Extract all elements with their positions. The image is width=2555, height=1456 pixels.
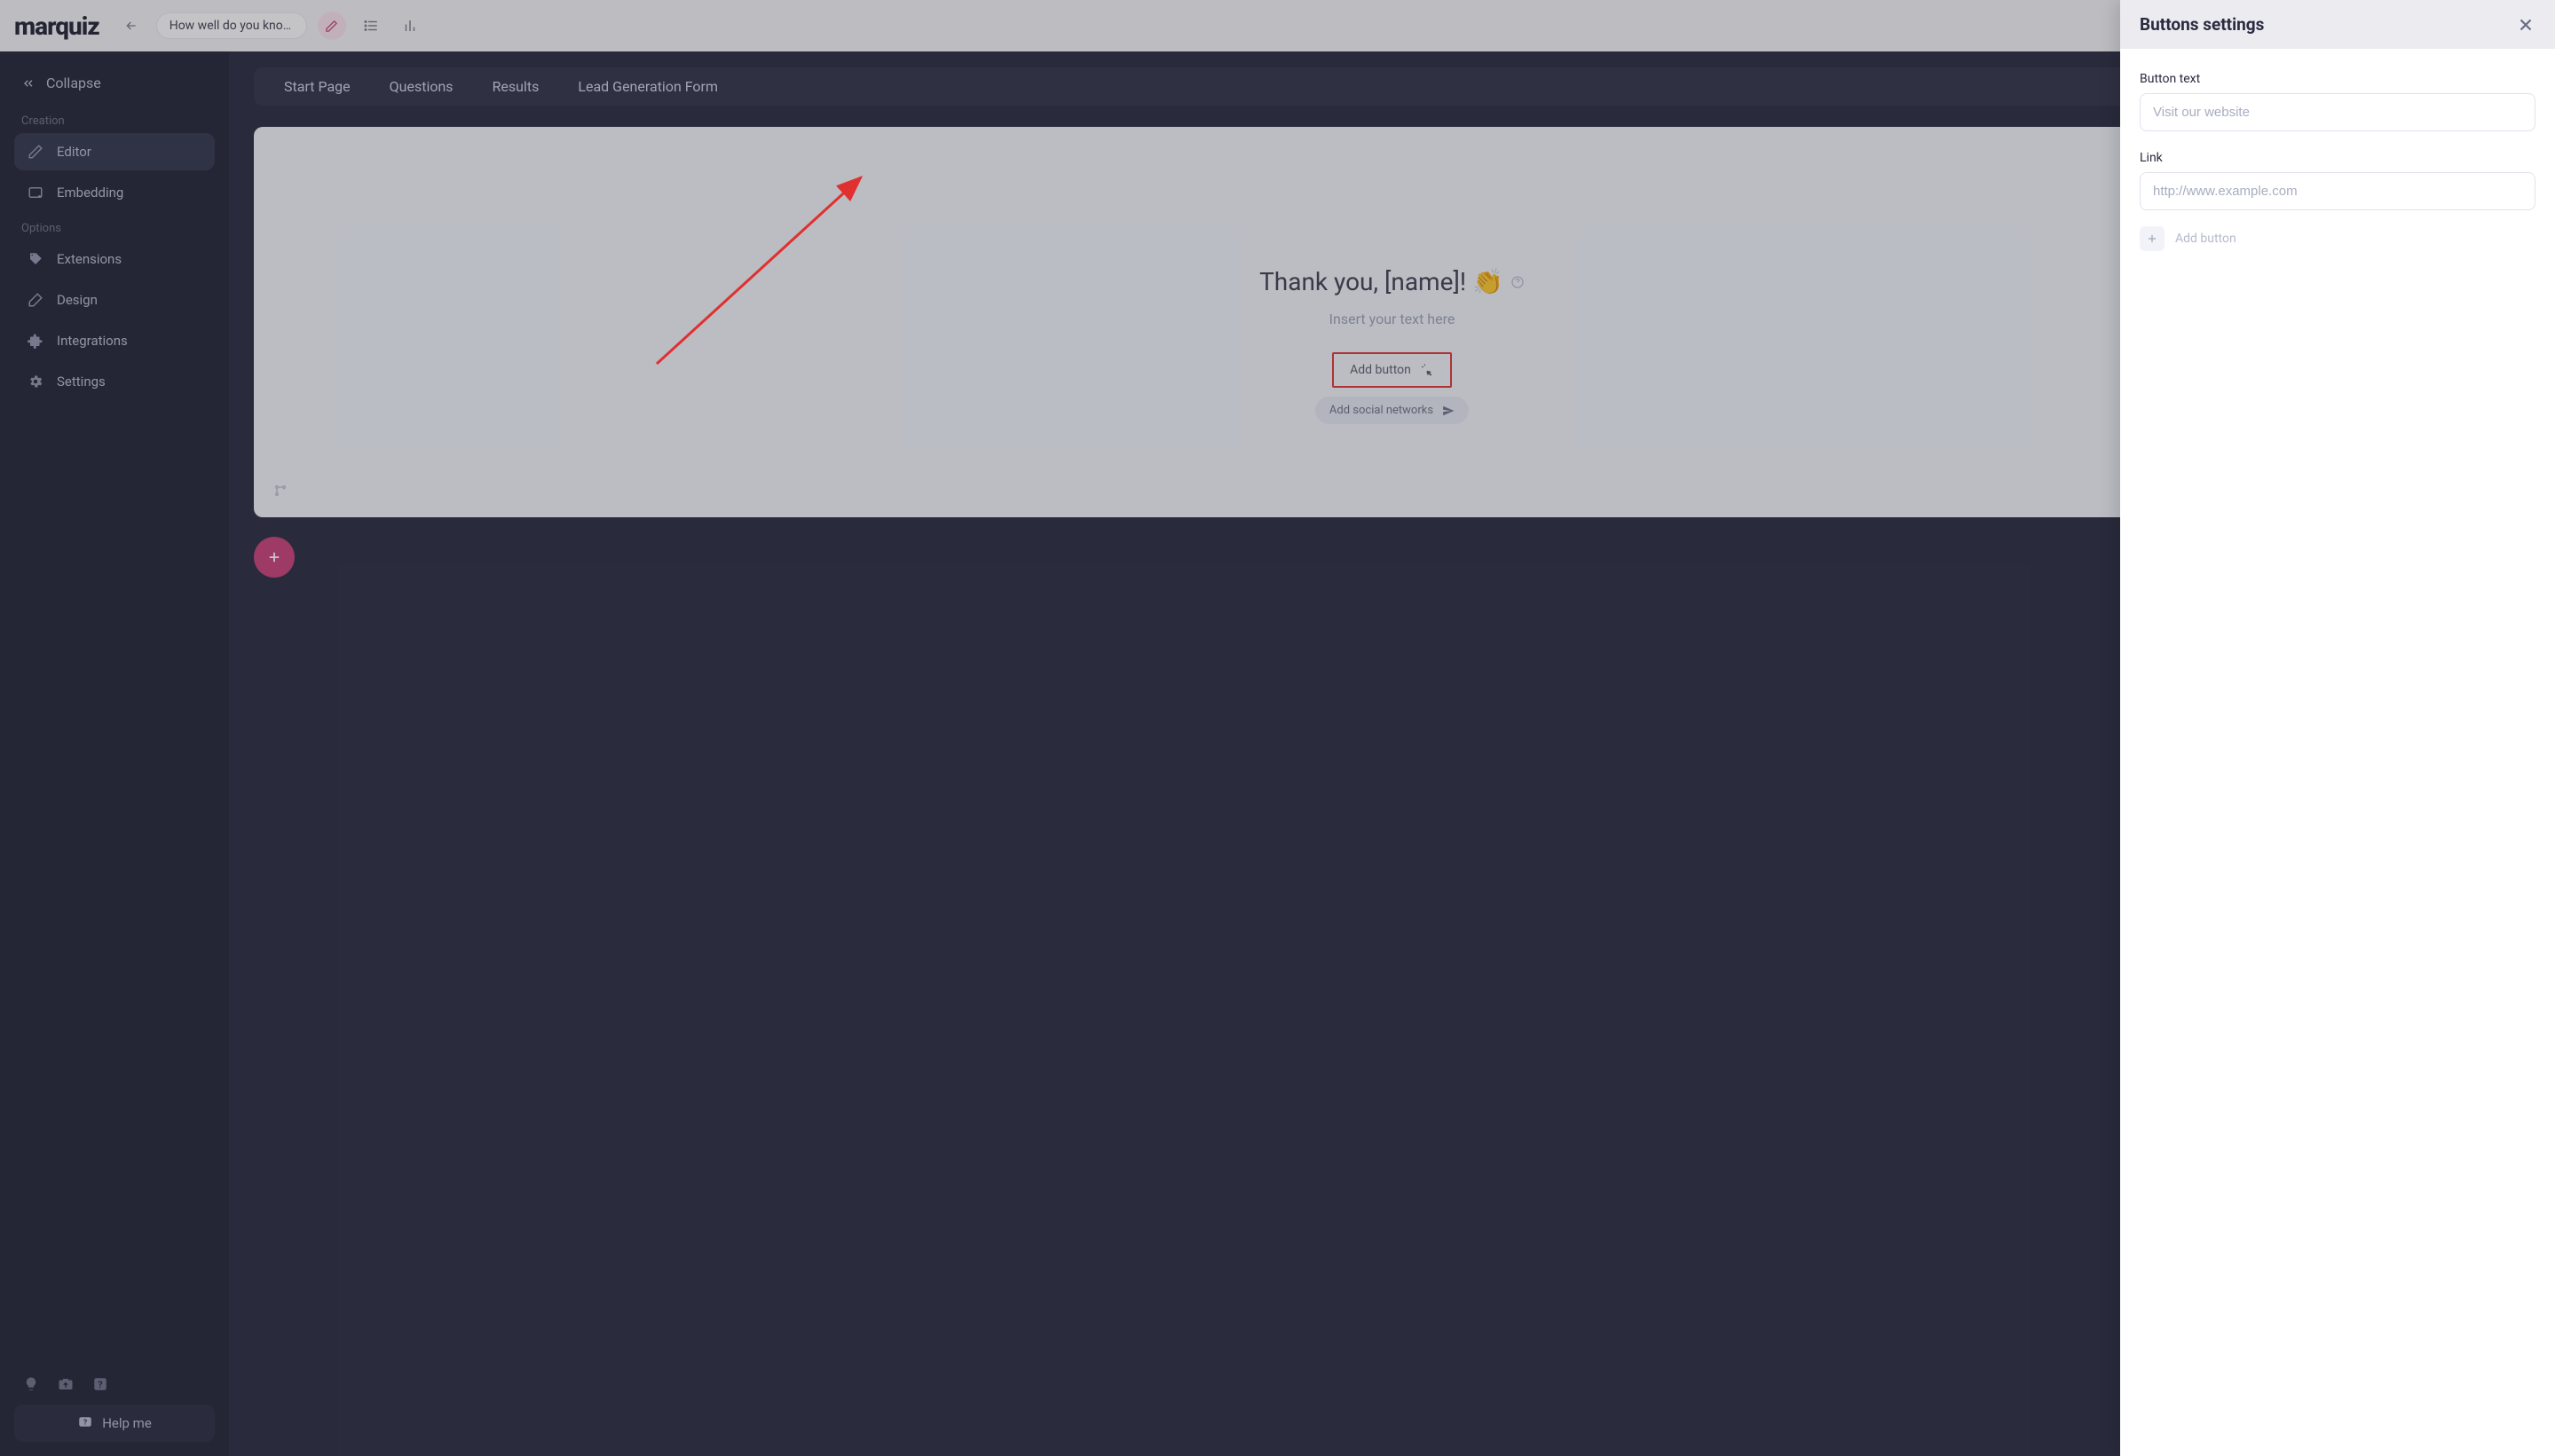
sidebar-item-label: Integrations <box>57 333 128 349</box>
chevron-double-left-icon <box>21 76 35 91</box>
section-options-label: Options <box>14 215 215 240</box>
link-label: Link <box>2140 151 2535 165</box>
question-icon[interactable]: ? <box>92 1376 108 1392</box>
bottom-icons-row: ? <box>14 1369 215 1405</box>
arrow-left-icon <box>124 19 138 33</box>
list-icon <box>363 18 379 34</box>
sidebar-item-settings[interactable]: Settings <box>14 363 215 400</box>
add-button-label: Add button <box>1350 363 1411 377</box>
brand-logo: marquiz <box>14 12 99 41</box>
help-circle-icon[interactable] <box>1510 275 1525 289</box>
panel-title: Buttons settings <box>2140 14 2264 35</box>
help-label: Help me <box>102 1415 152 1431</box>
sidebar-item-embedding[interactable]: Embedding <box>14 174 215 211</box>
sidebar-item-editor[interactable]: Editor <box>14 133 215 170</box>
svg-text:?: ? <box>83 1419 87 1428</box>
puzzle-icon <box>28 333 43 349</box>
edit-button[interactable] <box>318 12 346 40</box>
add-social-pill[interactable]: Add social networks <box>1315 397 1469 424</box>
help-chat-icon: ? <box>77 1415 93 1431</box>
button-text-input[interactable] <box>2140 93 2535 131</box>
add-social-label: Add social networks <box>1329 404 1433 417</box>
tag-icon <box>28 251 43 267</box>
close-icon <box>2516 15 2535 35</box>
tab-results[interactable]: Results <box>493 78 540 95</box>
tab-lead-gen[interactable]: Lead Generation Form <box>578 78 718 95</box>
collapse-label: Collapse <box>46 75 101 91</box>
sidebar-item-label: Settings <box>57 374 106 390</box>
sidebar: Collapse Creation Editor Embedding Optio… <box>0 51 229 1456</box>
plus-box <box>2140 226 2165 251</box>
analytics-button[interactable] <box>396 12 424 40</box>
link-input[interactable] <box>2140 172 2535 210</box>
add-step-button[interactable] <box>254 537 295 578</box>
buttons-settings-panel: Buttons settings Button text Link Add bu… <box>2120 0 2555 1456</box>
cursor-click-icon <box>1420 363 1434 377</box>
button-text-label: Button text <box>2140 72 2535 86</box>
svg-text:?: ? <box>98 1379 102 1390</box>
lightbulb-icon[interactable] <box>23 1376 39 1392</box>
help-me-button[interactable]: ? Help me <box>14 1405 215 1442</box>
sidebar-item-design[interactable]: Design <box>14 281 215 319</box>
pencil-icon <box>28 144 43 160</box>
brush-icon <box>28 292 43 308</box>
pencil-icon <box>325 20 338 33</box>
tab-start-page[interactable]: Start Page <box>284 78 351 95</box>
plus-icon <box>2146 232 2158 245</box>
thank-you-title[interactable]: Thank you, [name]! 👏 <box>1259 267 1525 296</box>
quiz-title-pill[interactable]: How well do you know ... <box>156 12 307 39</box>
branch-icon[interactable] <box>273 484 288 498</box>
sidebar-item-label: Design <box>57 292 98 308</box>
panel-body: Button text Link Add button <box>2120 49 2555 271</box>
thank-you-text: Thank you, [name]! 👏 <box>1259 267 1503 296</box>
sidebar-item-extensions[interactable]: Extensions <box>14 240 215 278</box>
add-button-row[interactable]: Add button <box>2140 226 2535 251</box>
sidebar-item-label: Editor <box>57 144 91 160</box>
add-button-row-label: Add button <box>2175 232 2236 246</box>
list-button[interactable] <box>357 12 385 40</box>
collapse-toggle[interactable]: Collapse <box>14 66 215 100</box>
sidebar-item-integrations[interactable]: Integrations <box>14 322 215 359</box>
tab-questions[interactable]: Questions <box>390 78 453 95</box>
add-button-pill[interactable]: Add button <box>1332 352 1452 388</box>
embed-icon <box>28 185 43 201</box>
bar-chart-icon <box>402 18 418 34</box>
plus-icon <box>266 549 282 565</box>
upload-icon[interactable] <box>57 1376 75 1392</box>
panel-header: Buttons settings <box>2120 0 2555 49</box>
send-icon <box>1442 405 1455 417</box>
back-button[interactable] <box>117 12 146 40</box>
sidebar-item-label: Extensions <box>57 251 122 267</box>
panel-close-button[interactable] <box>2516 15 2535 35</box>
section-creation-label: Creation <box>14 107 215 133</box>
gear-icon <box>28 374 43 390</box>
thank-you-subtext[interactable]: Insert your text here <box>1329 311 1455 327</box>
sidebar-item-label: Embedding <box>57 185 123 201</box>
